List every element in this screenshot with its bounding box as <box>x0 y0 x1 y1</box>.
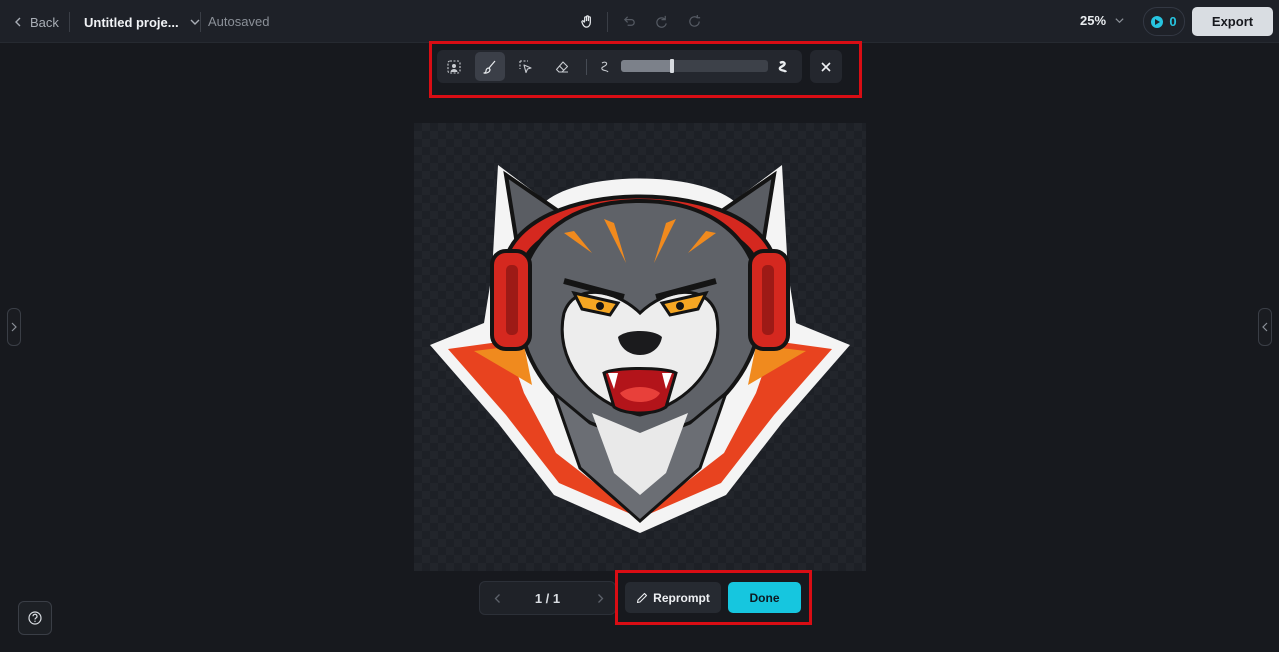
reprompt-button[interactable]: Reprompt <box>625 582 721 613</box>
chevron-right-icon <box>597 593 603 603</box>
brush-large-icon <box>778 60 788 73</box>
back-label: Back <box>30 14 59 30</box>
chevron-left-icon <box>15 17 21 27</box>
divider <box>69 12 70 32</box>
divider <box>607 12 608 32</box>
lasso-select-tool[interactable] <box>511 52 541 81</box>
undo-button[interactable] <box>620 12 638 30</box>
next-image-button[interactable] <box>592 590 608 606</box>
inpaint-toolbar <box>437 50 802 83</box>
subject-select-tool[interactable] <box>439 52 469 81</box>
done-button[interactable]: Done <box>728 582 801 613</box>
toolbar-divider <box>586 59 587 75</box>
back-button[interactable]: Back <box>12 12 59 32</box>
eraser-tool[interactable] <box>547 52 577 81</box>
export-button[interactable]: Export <box>1192 7 1273 36</box>
lasso-select-icon <box>519 59 532 73</box>
autosave-status: Autosaved <box>208 14 270 29</box>
eraser-icon <box>555 60 569 73</box>
left-panel-toggle[interactable] <box>7 308 21 346</box>
hand-pan-icon <box>580 14 591 28</box>
refresh-button[interactable] <box>685 12 703 30</box>
credits-badge[interactable]: 0 <box>1143 7 1185 36</box>
image-pager: 1 / 1 <box>479 581 616 615</box>
undo-icon <box>623 15 635 26</box>
image-canvas[interactable] <box>414 123 866 571</box>
redo-button[interactable] <box>652 12 670 30</box>
project-title: Untitled proje... <box>84 14 179 30</box>
project-title-dropdown[interactable]: Untitled proje... <box>84 12 201 32</box>
brush-size-fill <box>621 60 672 72</box>
subject-select-icon <box>447 59 461 74</box>
zoom-level: 25% <box>1080 13 1107 28</box>
help-icon <box>28 611 42 625</box>
zoom-dropdown[interactable]: 25% <box>1080 13 1125 28</box>
redo-icon <box>655 15 667 28</box>
right-panel-toggle[interactable] <box>1258 308 1272 346</box>
divider <box>200 12 201 32</box>
refresh-icon <box>688 14 700 27</box>
top-bar: Back Untitled proje... Autosaved 25% 0 E… <box>0 0 1279 43</box>
credit-coin-icon <box>1151 15 1164 28</box>
brush-icon <box>483 60 496 74</box>
hand-pan-button[interactable] <box>578 12 596 30</box>
brush-size-thumb[interactable] <box>670 59 674 73</box>
wolf-mascot-image <box>430 165 850 533</box>
close-toolbar-button[interactable] <box>810 50 842 83</box>
brush-size-small-button[interactable] <box>592 52 618 81</box>
help-button[interactable] <box>18 601 52 635</box>
close-icon <box>821 61 831 72</box>
pencil-icon <box>637 592 648 603</box>
chevron-down-icon <box>190 19 200 25</box>
brush-tool[interactable] <box>475 52 505 81</box>
chevron-down-icon <box>1115 18 1124 24</box>
brush-small-icon <box>601 61 609 72</box>
brush-size-large-button[interactable] <box>770 52 796 81</box>
chevron-left-icon <box>1262 322 1268 332</box>
credits-count: 0 <box>1169 14 1177 29</box>
brush-size-slider[interactable] <box>621 59 768 73</box>
reprompt-label: Reprompt <box>653 590 710 605</box>
chevron-right-icon <box>11 322 17 332</box>
